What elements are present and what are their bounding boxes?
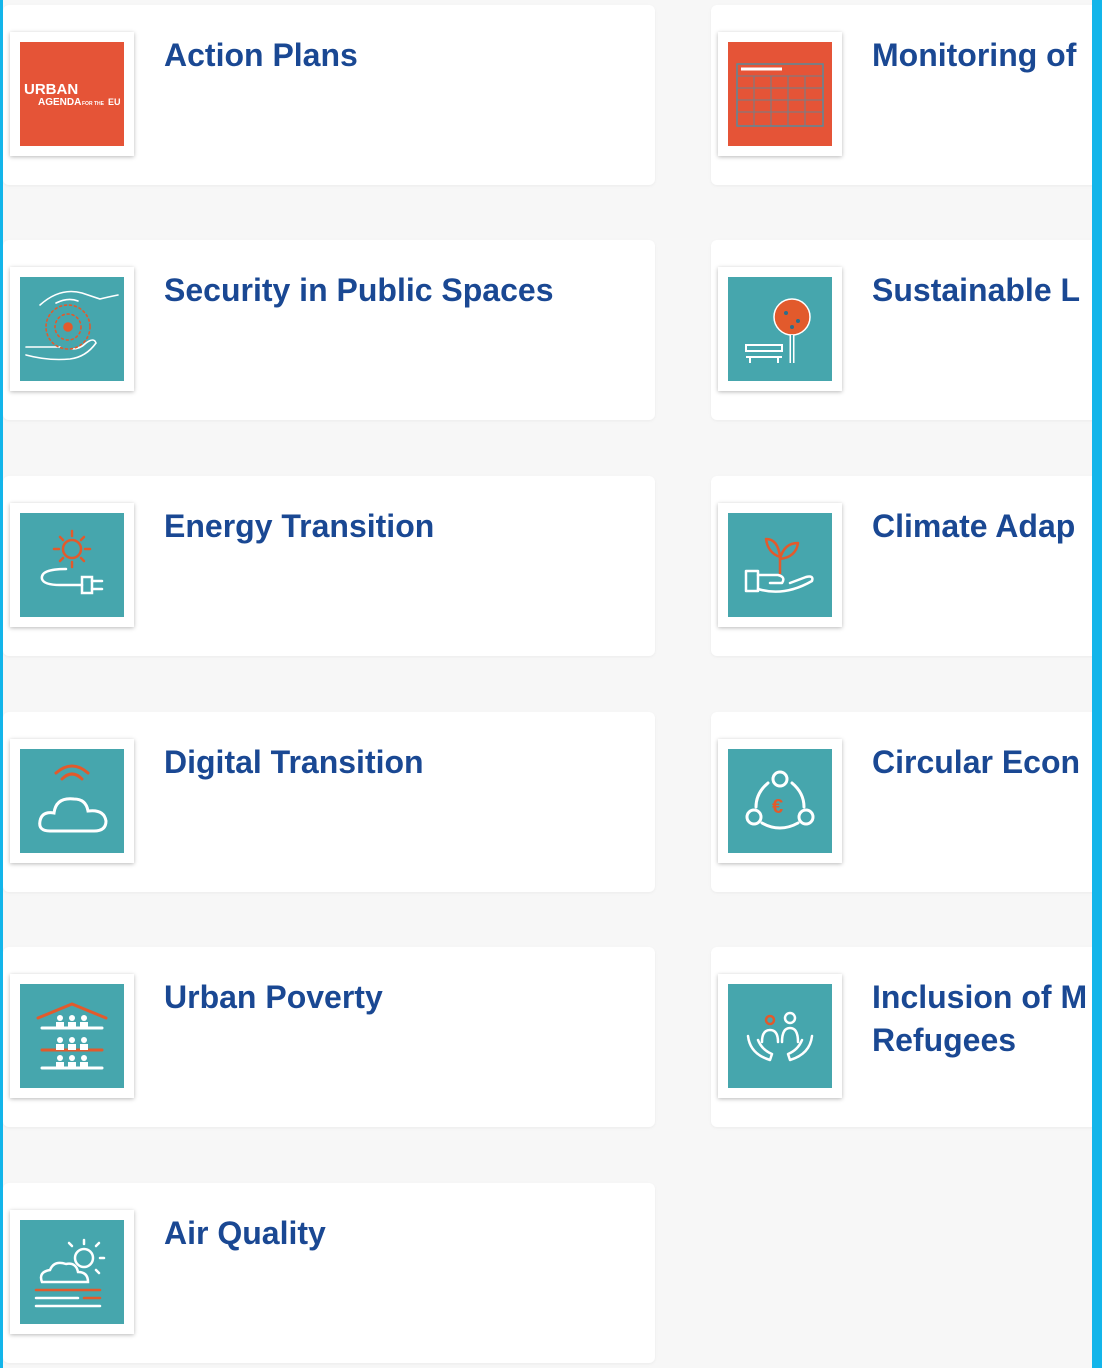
card-monitoring[interactable]: Monitoring of xyxy=(711,5,1092,185)
card-title[interactable]: Action Plans xyxy=(164,34,643,77)
logo-text-agenda: AGENDA xyxy=(38,97,81,108)
card-inclusion-migrants[interactable]: Inclusion of M Refugees xyxy=(711,947,1092,1127)
card-title[interactable]: Digital Transition xyxy=(164,741,643,784)
card-thumbnail xyxy=(10,503,134,627)
card-title[interactable]: Air Quality xyxy=(164,1212,643,1255)
urban-agenda-logo-icon: URBAN AGENDA FOR THE EU xyxy=(20,42,124,146)
logo-text-urban: URBAN xyxy=(24,81,78,98)
cloud-signal-icon xyxy=(20,749,124,853)
card-digital-transition[interactable]: Digital Transition xyxy=(3,712,655,892)
card-sustainable-land-use[interactable]: Sustainable L xyxy=(711,240,1092,420)
calendar-grid-icon xyxy=(728,42,832,146)
card-title[interactable]: Sustainable L xyxy=(872,269,1080,312)
card-thumbnail xyxy=(718,32,842,156)
cloud-sun-smog-icon xyxy=(20,1220,124,1324)
card-thumbnail xyxy=(718,267,842,391)
card-thumbnail xyxy=(718,503,842,627)
card-thumbnail: URBAN AGENDA FOR THE EU xyxy=(10,32,134,156)
card-thumbnail: € xyxy=(718,739,842,863)
people-hands-icon xyxy=(728,984,832,1088)
svg-text:€: € xyxy=(772,796,783,818)
right-accent-border xyxy=(1092,0,1102,1368)
card-title[interactable]: Circular Econ xyxy=(872,741,1080,784)
euro-cycle-icon: € xyxy=(728,749,832,853)
card-thumbnail xyxy=(10,1210,134,1334)
card-thumbnail xyxy=(10,739,134,863)
card-title[interactable]: Energy Transition xyxy=(164,505,643,548)
logo-text-eu: EU xyxy=(108,97,121,107)
sun-plug-icon xyxy=(20,513,124,617)
card-action-plans[interactable]: URBAN AGENDA FOR THE EU Action Plans xyxy=(3,5,655,185)
card-energy-transition[interactable]: Energy Transition xyxy=(3,476,655,656)
housing-people-icon xyxy=(20,984,124,1088)
protecting-hands-icon xyxy=(20,277,124,381)
tree-bench-icon xyxy=(728,277,832,381)
card-thumbnail xyxy=(718,974,842,1098)
plant-hand-icon xyxy=(728,513,832,617)
card-title[interactable]: Inclusion of M Refugees xyxy=(872,976,1092,1062)
card-climate-adaptation[interactable]: Climate Adap xyxy=(711,476,1092,656)
partnership-grid: URBAN AGENDA FOR THE EU Action Plans Mon… xyxy=(3,0,1092,1368)
logo-text-for-the: FOR THE xyxy=(82,101,105,107)
card-circular-economy[interactable]: € Circular Econ xyxy=(711,712,1092,892)
card-title[interactable]: Security in Public Spaces xyxy=(164,269,643,312)
card-thumbnail xyxy=(10,974,134,1098)
card-title[interactable]: Monitoring of xyxy=(872,34,1076,77)
card-security-public-spaces[interactable]: Security in Public Spaces xyxy=(3,240,655,420)
card-title[interactable]: Urban Poverty xyxy=(164,976,643,1019)
card-thumbnail xyxy=(10,267,134,391)
card-air-quality[interactable]: Air Quality xyxy=(3,1183,655,1363)
card-title[interactable]: Climate Adap xyxy=(872,505,1075,548)
card-urban-poverty[interactable]: Urban Poverty xyxy=(3,947,655,1127)
